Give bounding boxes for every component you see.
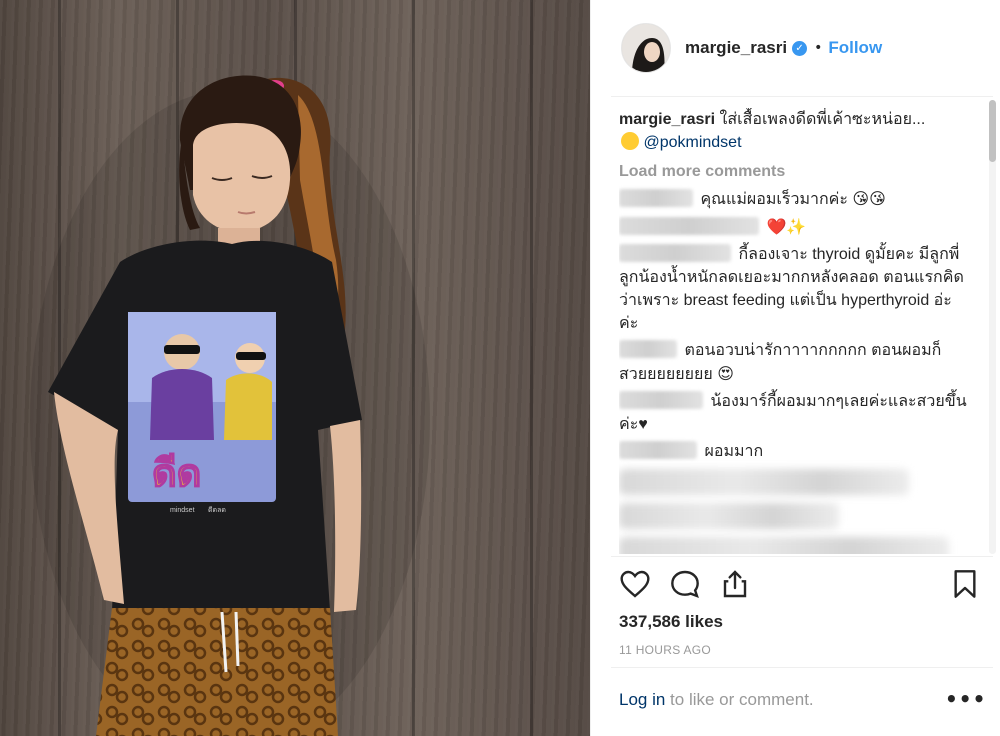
blurred-comment [619,503,839,529]
comment-item: คุณแม่ผอมเร็วมากค่ะ 😘😘 [619,187,969,211]
heart-sparkle-icon: ❤️✨ [766,217,807,236]
comment-item: ผอมมาก [619,440,969,463]
bookmark-icon[interactable] [949,568,981,600]
load-more-comments-button[interactable]: Load more comments [619,160,969,183]
follow-button[interactable]: Follow [828,38,882,58]
heart-eyes-icon: 😍 [717,364,734,383]
header-divider [611,96,993,97]
comments-list: margie_rasri ใส่เสื้อเพลงดีดพี่เค้าซะหน่… [619,108,969,554]
likes-count[interactable]: 337,586 likes [619,612,723,632]
blurred-username[interactable] [619,340,677,358]
comment-text: คุณแม่ผอมเร็วมากค่ะ [700,191,848,208]
blurred-username[interactable] [619,217,759,235]
comment-text: ผอมมาก [704,443,764,460]
comment-item: กี้ลองเจาะ thyroid ดูมั้ยคะ มีลูกพี่ลูกน… [619,243,969,335]
post-actions [619,568,981,602]
post-side-panel: margie_rasri ✓ • Follow margie_rasri ใส่… [590,0,1000,736]
avatar-image [622,24,670,72]
post-caption: margie_rasri ใส่เสื้อเพลงดีดพี่เค้าซะหน่… [619,108,969,154]
blurred-username[interactable] [619,441,697,459]
heart-icon[interactable] [619,568,651,600]
blurred-comment [619,469,909,495]
comments-scrollbar[interactable] [989,100,996,554]
verified-badge-icon: ✓ [792,40,808,56]
login-prompt-text: to like or comment. [665,690,814,709]
caption-mention-link[interactable]: @pokmindset [643,134,741,151]
blurred-username[interactable] [619,391,703,409]
post-timestamp[interactable]: 11 HOURS AGO [619,643,711,657]
blurred-comment [619,537,949,554]
header-username[interactable]: margie_rasri [685,38,787,58]
post-photo[interactable]: ดีด mindset ดีดลด [0,0,590,736]
shirt-small-text-2: ดีดลด [208,506,226,514]
kiss-face-icon: 😘😘 [852,189,886,208]
footer-divider [611,667,993,668]
photo-illustration: ดีด mindset ดีดลด [30,75,430,736]
blurred-username[interactable] [619,244,731,262]
scrollbar-thumb[interactable] [989,100,996,162]
shirt-small-text: mindset [170,507,195,514]
tongue-face-icon [621,132,639,150]
comment-item: น้องมาร์กี้ผอมมากๆเลยค่ะและสวยขึ้นค่ะ♥ [619,390,969,436]
blurred-username[interactable] [619,189,693,207]
comment-item: ❤️✨ [619,215,969,239]
avatar[interactable] [621,23,671,73]
login-link[interactable]: Log in [619,690,665,709]
login-prompt: Log in to like or comment. [619,690,814,710]
comments-divider [611,556,993,557]
comment-item: ตอนอวบน่ารักาาาากกกกก ตอนผอมก็สวยยยยยยยย… [619,339,969,386]
shirt-title: ดีด [152,453,201,495]
share-icon[interactable] [719,568,751,600]
more-options-icon[interactable]: ••• [945,689,985,712]
separator-dot: • [814,40,823,56]
post-header: margie_rasri ✓ • Follow [591,0,1000,96]
caption-username[interactable]: margie_rasri [619,111,715,128]
comment-icon[interactable] [669,568,701,600]
caption-text: ใส่เสื้อเพลงดีดพี่เค้าซะหน่อย... [719,111,926,128]
